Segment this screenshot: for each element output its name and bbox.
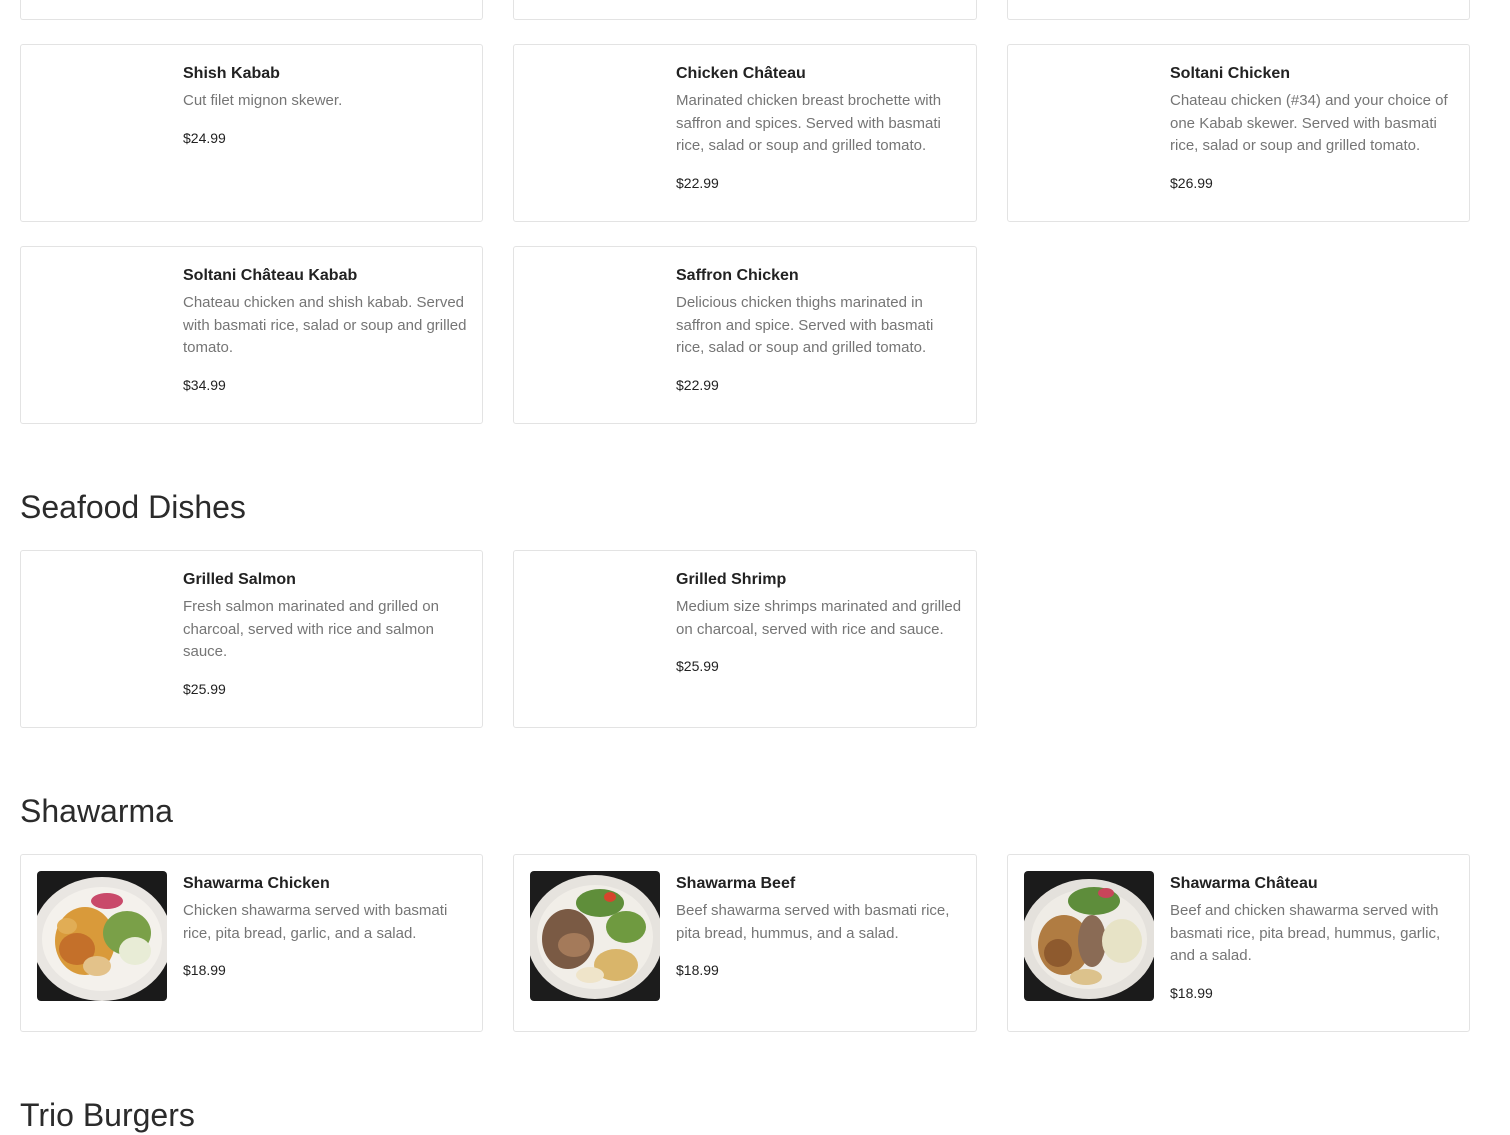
shawarma-chicken-photo [37, 871, 167, 1001]
item-info: Grilled Shrimp Medium size shrimps marin… [676, 570, 962, 675]
item-description: Delicious chicken thighs marinated in sa… [676, 294, 934, 356]
item-price: $25.99 [676, 658, 719, 674]
item-name: Shawarma Château [1170, 875, 1318, 892]
item-price: $24.99 [183, 129, 226, 146]
item-description: Beef shawarma served with basmati rice, … [676, 902, 950, 942]
item-info: Shish Kabab Cut filet mignon skewer. $24… [183, 64, 468, 147]
item-description: Chateau chicken (#34) and your choice of… [1170, 92, 1448, 154]
item-description: Beef and chicken shawarma served with ba… [1170, 902, 1441, 964]
item-description: Medium size shrimps marinated and grille… [676, 598, 962, 638]
menu-item-soltani-chicken[interactable]: Soltani Chicken Chateau chicken (#34) an… [1007, 44, 1470, 222]
section-title-trio-burgers: Trio Burgers [20, 1097, 195, 1133]
item-info: Soltani Château Kabab Chateau chicken an… [183, 266, 468, 394]
item-name: Grilled Salmon [183, 571, 296, 588]
food-photo-icon [1024, 871, 1154, 1001]
menu-item-soltani-chateau-kabab[interactable]: Soltani Château Kabab Chateau chicken an… [20, 246, 483, 424]
item-price: $34.99 [183, 376, 226, 393]
item-name: Soltani Château Kabab [183, 267, 358, 284]
item-name: Shawarma Chicken [183, 875, 330, 892]
item-name: Shish Kabab [183, 65, 280, 82]
item-price: $22.99 [676, 376, 719, 393]
item-description: Cut filet mignon skewer. [183, 92, 343, 109]
section-title-seafood: Seafood Dishes [20, 489, 246, 525]
item-description: Marinated chicken breast brochette with … [676, 92, 942, 154]
item-price: $18.99 [676, 962, 719, 978]
section-title-shawarma: Shawarma [20, 793, 173, 829]
menu-item-card[interactable] [20, 0, 483, 20]
menu-item-card[interactable] [1007, 0, 1470, 20]
item-description: Fresh salmon marinated and grilled on ch… [183, 598, 439, 660]
item-name: Saffron Chicken [676, 267, 799, 284]
menu-item-shawarma-beef[interactable]: Shawarma Beef Beef shawarma served with … [513, 854, 977, 1032]
item-price: $18.99 [183, 962, 226, 978]
item-name: Chicken Château [676, 65, 806, 82]
menu-item-shish-kabab[interactable]: Shish Kabab Cut filet mignon skewer. $24… [20, 44, 483, 222]
item-name: Soltani Chicken [1170, 65, 1291, 82]
menu-item-shawarma-chateau[interactable]: Shawarma Château Beef and chicken shawar… [1007, 854, 1470, 1032]
item-price: $26.99 [1170, 174, 1213, 191]
food-photo-icon [530, 871, 660, 1001]
menu-item-grilled-shrimp[interactable]: Grilled Shrimp Medium size shrimps marin… [513, 550, 977, 728]
menu-item-card[interactable] [513, 0, 977, 20]
shawarma-beef-photo [530, 871, 660, 1001]
item-info: Shawarma Beef Beef shawarma served with … [676, 874, 962, 979]
item-name: Grilled Shrimp [676, 571, 787, 588]
item-description: Chateau chicken and shish kabab. Served … [183, 294, 467, 356]
item-info: Soltani Chicken Chateau chicken (#34) an… [1170, 64, 1455, 192]
menu-item-shawarma-chicken[interactable]: Shawarma Chicken Chicken shawarma served… [20, 854, 483, 1032]
shawarma-chateau-photo [1024, 871, 1154, 1001]
item-price: $22.99 [676, 174, 719, 191]
item-info: Shawarma Chicken Chicken shawarma served… [183, 874, 468, 979]
item-name: Shawarma Beef [676, 875, 796, 892]
item-price: $18.99 [1170, 984, 1213, 1001]
item-info: Grilled Salmon Fresh salmon marinated an… [183, 570, 468, 698]
item-info: Chicken Château Marinated chicken breast… [676, 64, 962, 192]
item-info: Shawarma Château Beef and chicken shawar… [1170, 874, 1455, 1002]
item-price: $25.99 [183, 680, 226, 697]
food-photo-icon [37, 871, 167, 1001]
item-info: Saffron Chicken Delicious chicken thighs… [676, 266, 962, 394]
menu-item-grilled-salmon[interactable]: Grilled Salmon Fresh salmon marinated an… [20, 550, 483, 728]
item-description: Chicken shawarma served with basmati ric… [183, 902, 448, 942]
menu-item-saffron-chicken[interactable]: Saffron Chicken Delicious chicken thighs… [513, 246, 977, 424]
menu-item-chicken-chateau[interactable]: Chicken Château Marinated chicken breast… [513, 44, 977, 222]
